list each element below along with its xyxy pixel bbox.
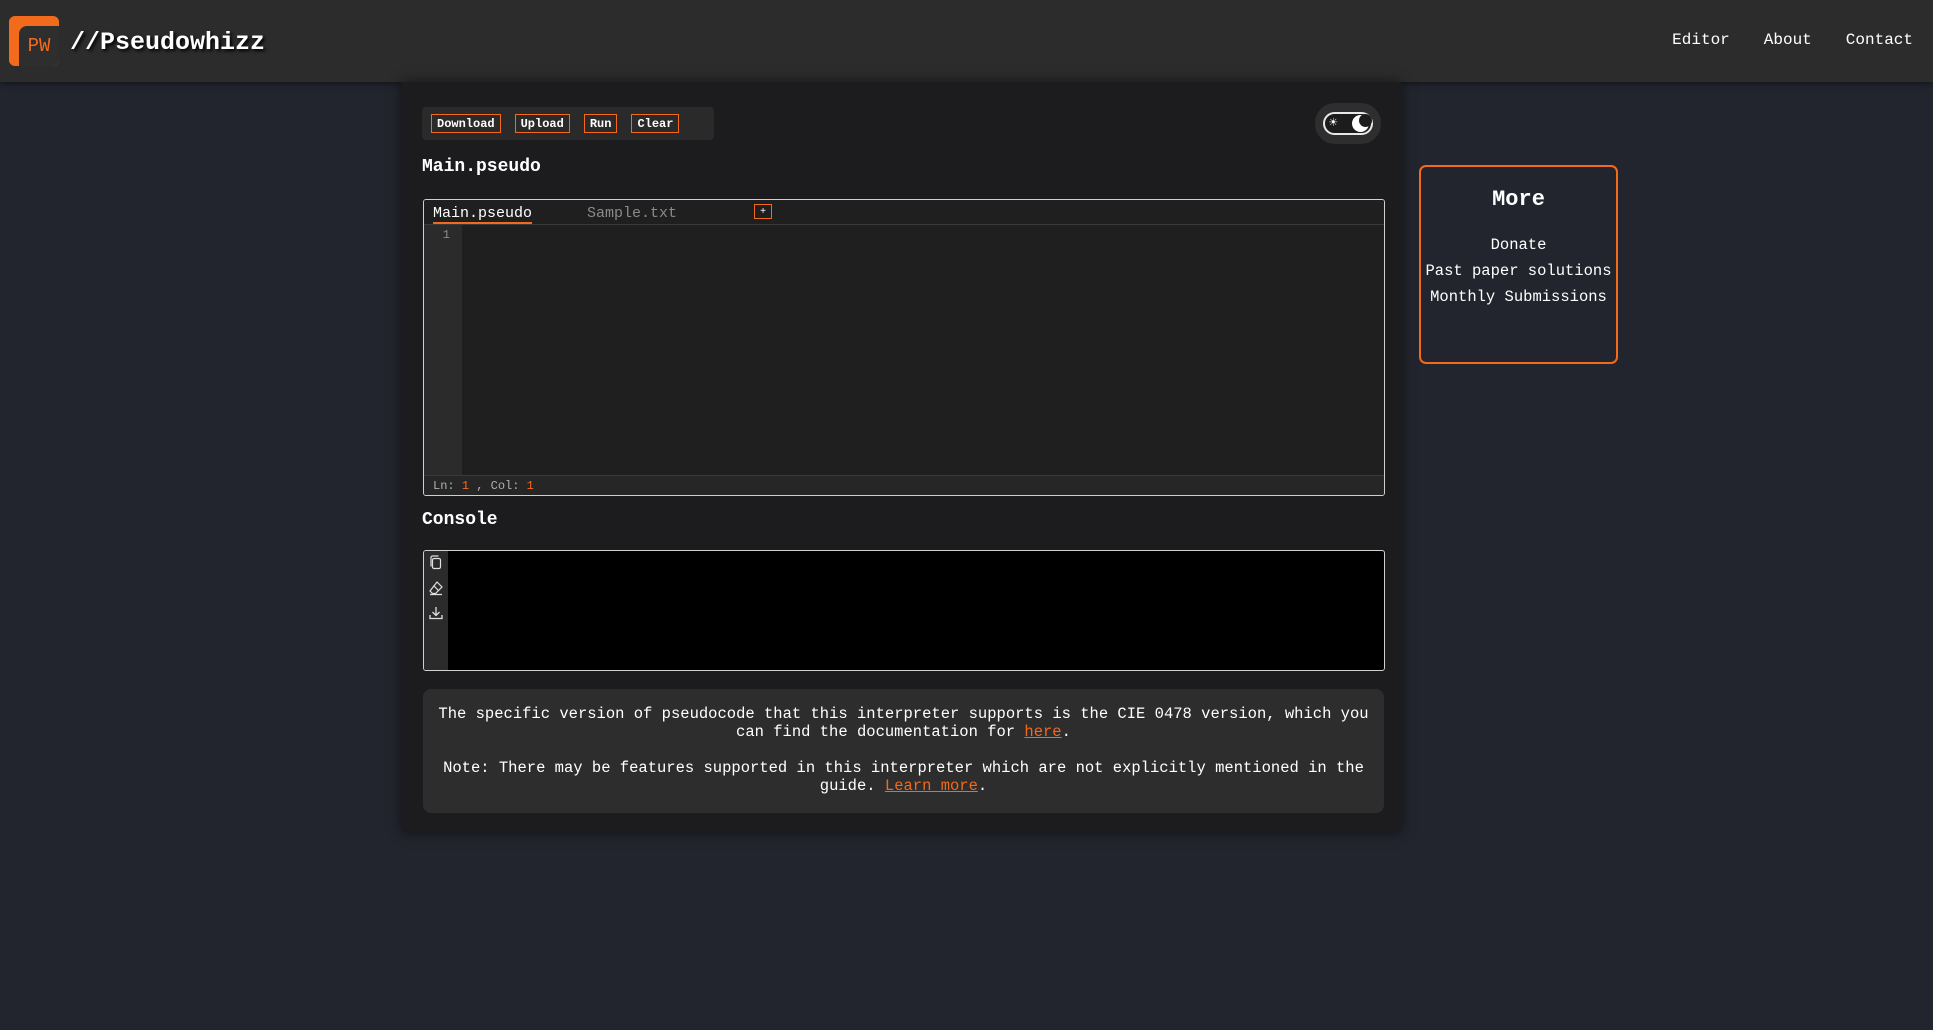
brand-name[interactable]: //Pseudowhizz bbox=[70, 28, 265, 57]
line-number: 1 bbox=[442, 228, 450, 242]
tab-main-pseudo[interactable]: Main.pseudo bbox=[433, 205, 533, 224]
donate-link[interactable]: Donate bbox=[1421, 232, 1616, 258]
version-note-end: . bbox=[1061, 723, 1071, 741]
tab-sample-txt[interactable]: Sample.txt bbox=[587, 205, 677, 222]
download-icon[interactable] bbox=[428, 605, 444, 621]
nav-menu: Editor About Contact bbox=[1672, 31, 1913, 49]
col-label: , Col: bbox=[476, 479, 520, 493]
top-navbar: PW //Pseudowhizz Editor About Contact bbox=[0, 0, 1933, 82]
monthly-submissions-link[interactable]: Monthly Submissions bbox=[1421, 284, 1616, 310]
file-title: Main.pseudo bbox=[422, 157, 541, 177]
line-number-gutter: 1 bbox=[424, 225, 462, 475]
copy-icon[interactable] bbox=[428, 555, 444, 571]
console-sidebar bbox=[424, 551, 448, 670]
theme-toggle[interactable]: ☀ bbox=[1323, 112, 1373, 135]
past-paper-solutions-link[interactable]: Past paper solutions bbox=[1421, 258, 1616, 284]
nav-contact-link[interactable]: Contact bbox=[1846, 31, 1913, 49]
file-toolbar: Download Upload Run Clear bbox=[422, 107, 714, 140]
version-note: The specific version of pseudocode that … bbox=[427, 705, 1380, 741]
add-tab-button[interactable]: + bbox=[754, 204, 772, 219]
col-value: 1 bbox=[526, 479, 534, 493]
more-box: More Donate Past paper solutions Monthly… bbox=[1419, 165, 1618, 364]
features-note: Note: There may be features supported in… bbox=[427, 759, 1380, 795]
logo[interactable]: PW bbox=[9, 16, 59, 66]
code-editor: Main.pseudo Sample.txt + 1 Ln: 1 , Col: … bbox=[423, 199, 1385, 496]
ln-label: Ln: bbox=[433, 479, 455, 493]
console-title: Console bbox=[422, 510, 498, 530]
sun-icon: ☀ bbox=[1329, 116, 1338, 132]
ln-value: 1 bbox=[461, 479, 470, 493]
moon-icon bbox=[1352, 114, 1372, 132]
editor-panel: Download Upload Run Clear ☀ Main.pseudo … bbox=[402, 82, 1401, 832]
features-note-end: . bbox=[977, 777, 988, 795]
editor-statusbar: Ln: 1 , Col: 1 bbox=[424, 475, 1384, 495]
logo-text: PW bbox=[19, 26, 59, 66]
clear-button[interactable]: Clear bbox=[631, 114, 680, 133]
download-button[interactable]: Download bbox=[431, 114, 501, 133]
nav-about-link[interactable]: About bbox=[1764, 31, 1812, 49]
theme-toggle-container: ☀ bbox=[1315, 103, 1381, 144]
run-button[interactable]: Run bbox=[583, 114, 618, 133]
docs-link[interactable]: here bbox=[1024, 723, 1061, 741]
nav-editor-link[interactable]: Editor bbox=[1672, 31, 1730, 49]
editor-tabs: Main.pseudo Sample.txt + bbox=[424, 200, 1384, 225]
code-input-area[interactable] bbox=[462, 225, 1384, 475]
upload-button[interactable]: Upload bbox=[514, 114, 570, 133]
eraser-icon[interactable] bbox=[428, 580, 444, 596]
info-box: The specific version of pseudocode that … bbox=[423, 689, 1384, 813]
console-output bbox=[423, 550, 1385, 671]
version-note-text: The specific version of pseudocode that … bbox=[438, 705, 1369, 741]
more-title: More bbox=[1492, 187, 1545, 212]
learn-more-link[interactable]: Learn more bbox=[885, 777, 978, 795]
